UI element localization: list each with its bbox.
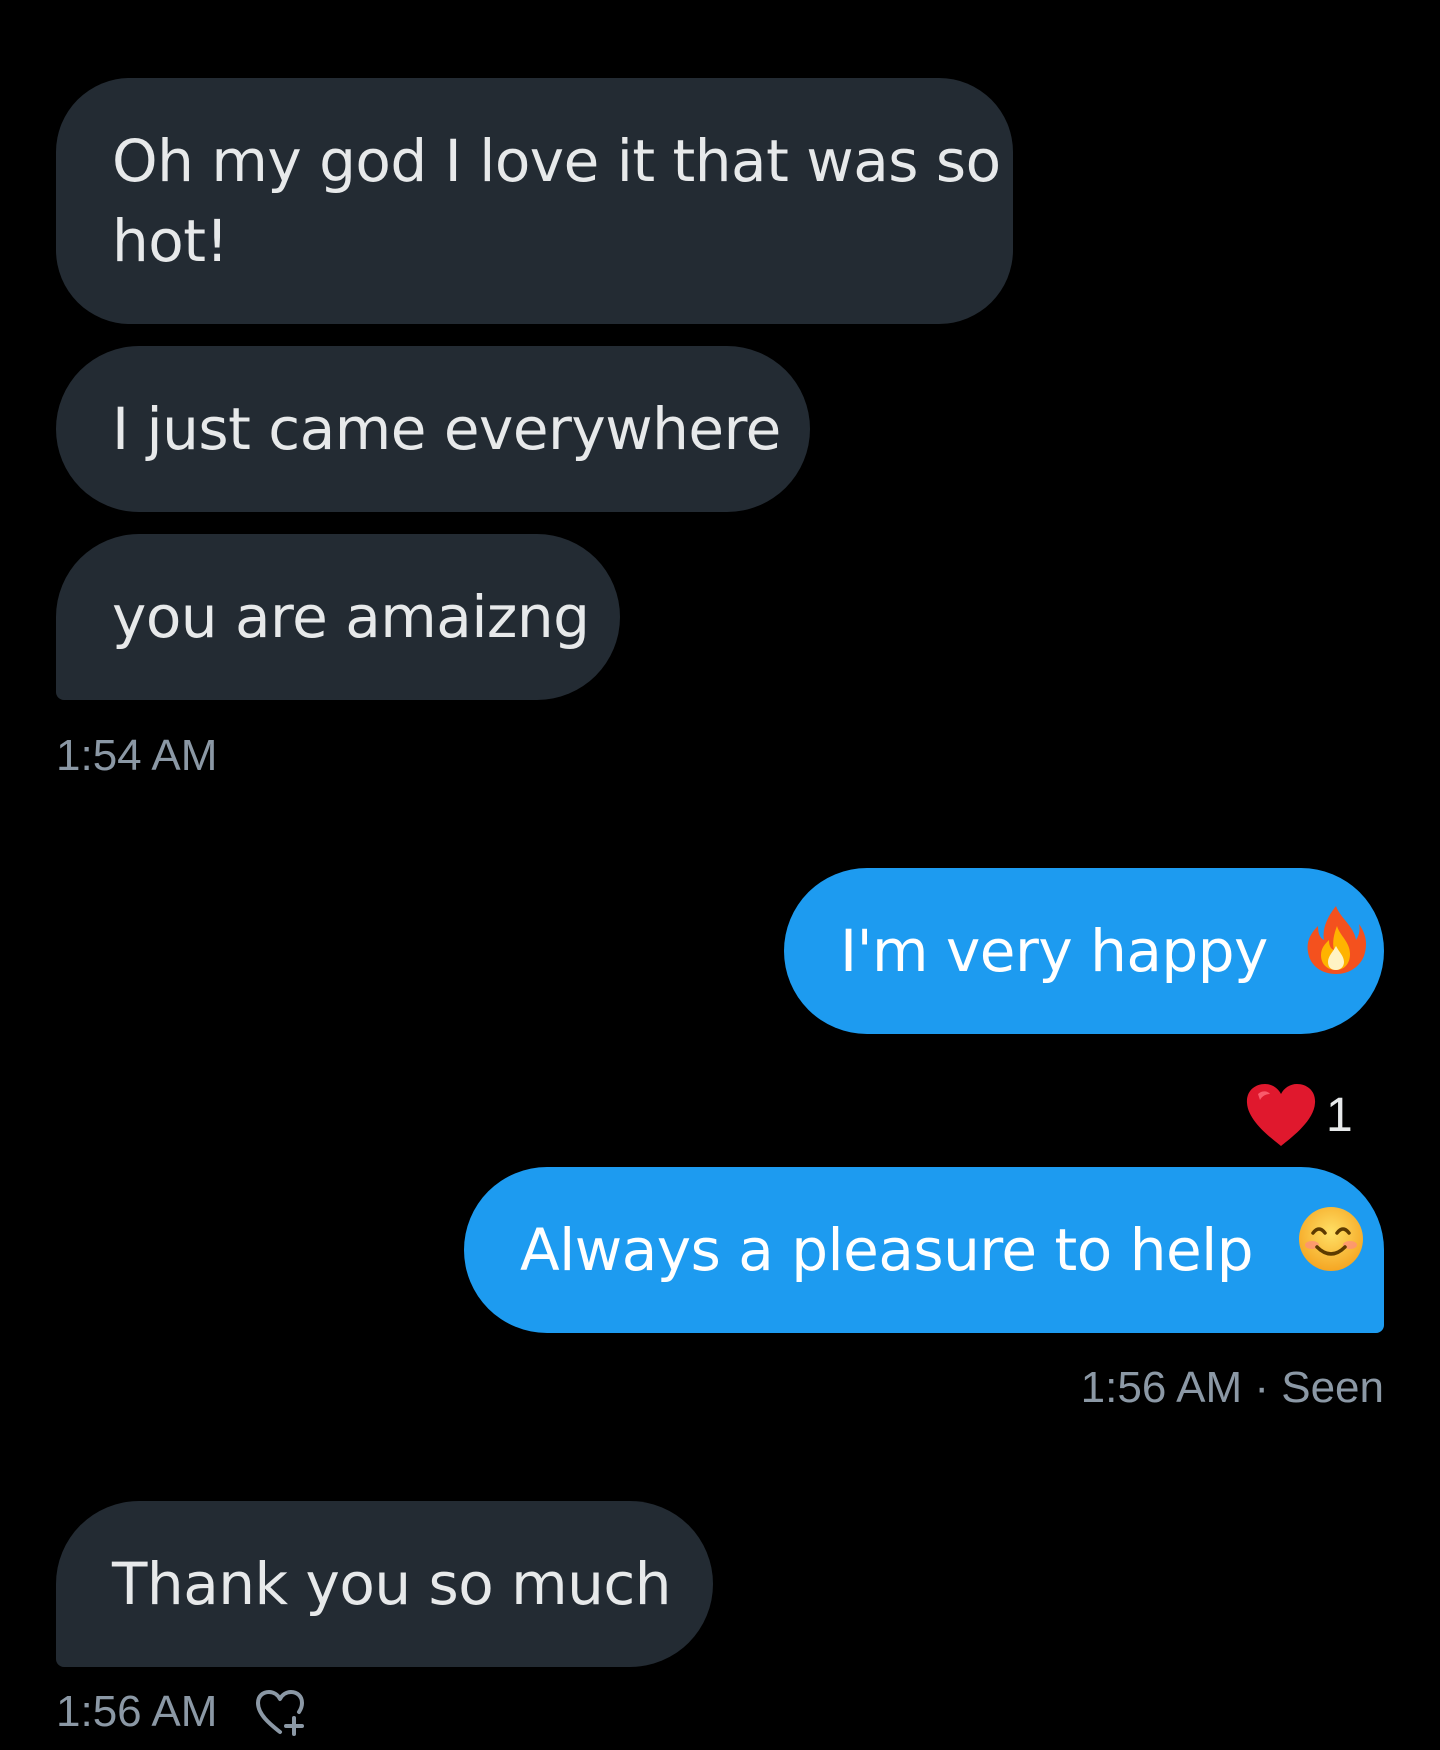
dm-conversation: Oh my god I love it that was so hot! I j…: [0, 0, 1440, 1750]
message-timestamp: 1:54 AM: [56, 731, 218, 780]
message-text-line: Oh my god I love it that was so: [112, 127, 1001, 195]
message-text-line: hot!: [112, 207, 229, 275]
received-message[interactable]: you are amaizng: [56, 534, 620, 700]
message-text: I'm very happy: [840, 917, 1268, 985]
sent-message[interactable]: I'm very happy: [784, 868, 1384, 1034]
separator: ·: [1254, 1363, 1269, 1412]
message-text: Thank you so much: [112, 1550, 672, 1618]
message-status: 1:56 AM · Seen: [1081, 1362, 1384, 1414]
smiling-face-icon: [1297, 1205, 1365, 1293]
heart-icon: [1244, 1082, 1318, 1148]
fire-icon: [1304, 904, 1368, 996]
received-message[interactable]: Oh my god I love it that was so hot!: [56, 78, 1013, 324]
message-reaction[interactable]: 1: [1244, 1080, 1353, 1150]
message-text: I just came everywhere: [112, 395, 781, 463]
message-timestamp: 1:56 AM: [1080, 1363, 1243, 1412]
message-text: you are amaizng: [112, 583, 590, 651]
received-message[interactable]: I just came everywhere: [56, 346, 810, 512]
received-message[interactable]: Thank you so much: [56, 1501, 713, 1667]
reaction-count: 1: [1326, 1088, 1353, 1142]
sent-message[interactable]: Always a pleasure to help: [464, 1167, 1384, 1333]
seen-status: Seen: [1281, 1363, 1384, 1412]
message-timestamp: 1:56 AM: [56, 1687, 218, 1736]
heart-plus-icon[interactable]: [254, 1688, 308, 1738]
message-text: Always a pleasure to help: [520, 1216, 1254, 1284]
